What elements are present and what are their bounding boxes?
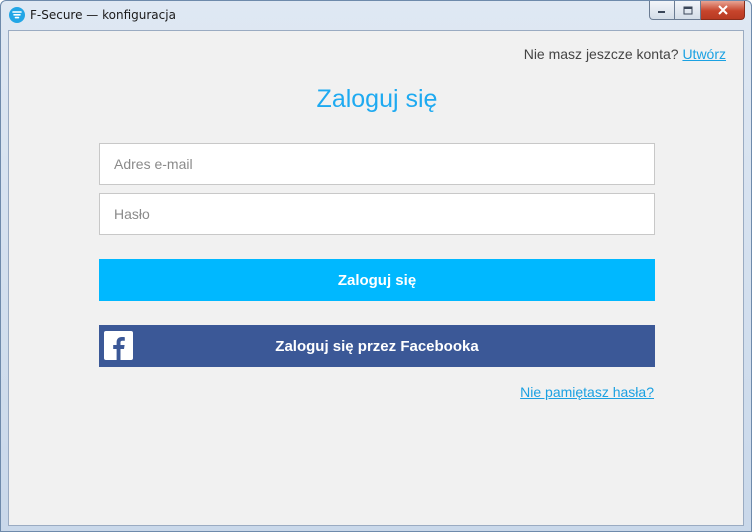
minimize-button[interactable] [649,1,675,20]
window-controls [649,1,745,20]
facebook-login-button[interactable]: Zaloguj się przez Facebooka [99,325,655,367]
window-title: F-Secure — konfiguracja [30,8,176,22]
email-field[interactable] [99,143,655,185]
login-button-label: Zaloguj się [337,271,417,289]
maximize-icon [683,6,692,14]
facebook-icon [104,331,133,360]
close-button[interactable] [701,1,745,20]
app-window: F-Secure — konfiguracja Nie masz jeszcze… [0,0,752,532]
create-account-link[interactable]: Utwórz [682,46,726,62]
close-icon [717,5,728,15]
signup-prompt: Nie masz jeszcze konta? Utwórz [524,46,726,62]
login-button[interactable]: Zaloguj się [99,259,655,301]
no-account-text: Nie masz jeszcze konta? [523,46,679,62]
password-field[interactable] [99,193,655,235]
facebook-button-label: Zaloguj się przez Facebooka [275,337,479,355]
f-secure-logo-icon [9,7,25,23]
page-title: Zaloguj się [316,85,438,113]
title-bar[interactable]: F-Secure — konfiguracja [1,1,751,30]
login-panel: Nie masz jeszcze konta? Utwórz Zaloguj s… [8,30,744,526]
minimize-icon [658,11,665,13]
forgot-password-link[interactable]: Nie pamiętasz hasła? [520,384,654,400]
maximize-button[interactable] [675,1,701,20]
